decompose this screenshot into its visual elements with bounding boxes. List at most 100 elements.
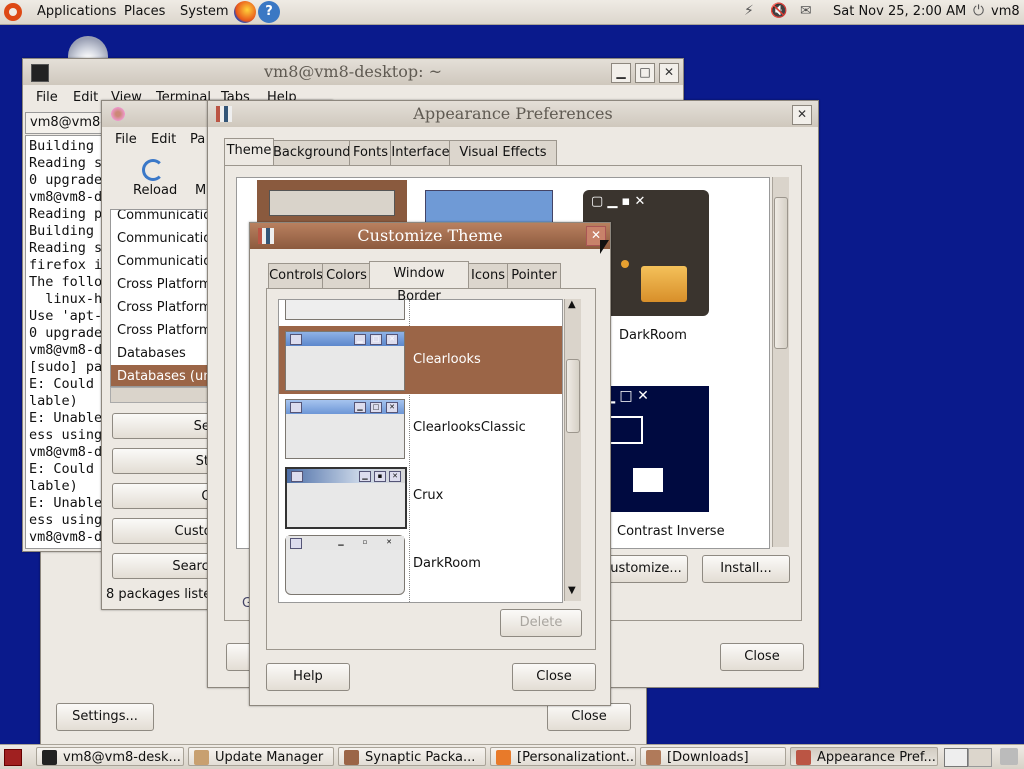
customize-title: Customize Theme bbox=[357, 226, 503, 245]
customize-close-button[interactable]: Close bbox=[512, 663, 596, 691]
gallery-scrollbar[interactable] bbox=[772, 177, 789, 547]
task-appearance[interactable]: Appearance Pref... bbox=[790, 747, 938, 766]
task-update-manager-icon bbox=[194, 750, 209, 765]
firefox-icon[interactable] bbox=[234, 1, 256, 23]
show-desktop-icon[interactable] bbox=[4, 749, 22, 766]
install-button[interactable]: Install... bbox=[702, 555, 790, 583]
appearance-titlebar[interactable]: Appearance Preferences ✕ bbox=[208, 101, 818, 127]
task-label: [Downloads] bbox=[667, 750, 749, 765]
menu-edit[interactable]: Edit bbox=[73, 90, 98, 105]
tab-window-border[interactable]: Window Border bbox=[369, 261, 469, 304]
task-label: Appearance Pref... bbox=[817, 750, 936, 765]
tab-visual-effects[interactable]: Visual Effects bbox=[449, 140, 557, 165]
scroll-up-icon[interactable]: ▲ bbox=[568, 299, 576, 310]
synaptic-menu-edit[interactable]: Edit bbox=[151, 132, 176, 147]
border-list-scrollbar[interactable]: ▲ ▼ bbox=[564, 299, 581, 601]
customize-button[interactable]: ustomize... bbox=[604, 555, 688, 583]
theme-name-contrast-inverse: Contrast Inverse bbox=[617, 524, 725, 539]
workspace-2-icon[interactable] bbox=[968, 748, 992, 767]
customize-tabs: Controls Colors Window Border Icons Poin… bbox=[268, 261, 561, 304]
top-panel: Applications Places System ? ⚡ 🔇 ✉ Sat N… bbox=[0, 0, 1024, 25]
status-button[interactable]: Sta bbox=[112, 448, 222, 474]
clearlooks-classic-preview: ▁ □ ✕ bbox=[285, 399, 405, 459]
power-icon[interactable]: ⏻ bbox=[973, 3, 984, 19]
theme-row-crux[interactable]: ▁ ▪ ✕ Crux bbox=[279, 462, 562, 530]
settings-button[interactable]: Settings... bbox=[56, 703, 154, 731]
clock[interactable]: Sat Nov 25, 2:00 AM bbox=[833, 4, 966, 19]
task-synaptic-icon bbox=[344, 750, 359, 765]
theme-preview-partial bbox=[285, 300, 405, 320]
reload-button[interactable]: Reload bbox=[133, 183, 177, 198]
tab-theme[interactable]: Theme bbox=[224, 138, 274, 165]
customize-help-button[interactable]: Help bbox=[266, 663, 350, 691]
minimize-icon[interactable]: ▁ bbox=[611, 63, 631, 83]
synaptic-icon bbox=[110, 106, 126, 122]
tab-fonts[interactable]: Fonts bbox=[349, 140, 392, 165]
system-menu[interactable]: System bbox=[180, 4, 228, 19]
theme-name-crux: Crux bbox=[413, 488, 444, 503]
custom-filters-button[interactable]: Custor bbox=[112, 518, 222, 544]
folder-icon bbox=[641, 266, 687, 302]
menu-file[interactable]: File bbox=[36, 90, 58, 105]
task-label: Synaptic Packa... bbox=[365, 750, 476, 765]
mail-icon[interactable]: ✉ bbox=[800, 3, 812, 19]
ubuntu-logo-icon[interactable] bbox=[4, 3, 22, 21]
status-text: 8 packages listed bbox=[106, 587, 220, 602]
user-name[interactable]: vm8 bbox=[991, 4, 1020, 19]
synaptic-menu-file[interactable]: File bbox=[115, 132, 137, 147]
theme-row-darkroom[interactable]: ▁ ▫ ✕ DarkRoom bbox=[279, 530, 562, 598]
task-synaptic[interactable]: Synaptic Packa... bbox=[338, 747, 486, 766]
theme-name-clearlooks: Clearlooks bbox=[413, 352, 481, 367]
synaptic-menu-package[interactable]: Pa bbox=[190, 132, 205, 147]
customize-titlebar[interactable]: Customize Theme ✕ bbox=[250, 223, 610, 249]
search-results-button[interactable]: Search bbox=[112, 553, 222, 579]
maximize-icon[interactable]: □ bbox=[635, 63, 655, 83]
appearance-close-icon[interactable]: ✕ bbox=[792, 105, 812, 125]
section-button[interactable]: Sec bbox=[112, 413, 222, 439]
task-downloads[interactable]: [Downloads] bbox=[640, 747, 786, 766]
mouse-pointer-icon bbox=[600, 240, 609, 254]
tab-interface[interactable]: Interface bbox=[390, 140, 451, 165]
bottom-panel: vm8@vm8-desk... Update Manager Synaptic Pa… bbox=[0, 744, 1024, 769]
task-terminal-icon bbox=[42, 750, 57, 765]
tab-background[interactable]: Background bbox=[272, 140, 351, 165]
theme-name-clearlooks-classic: ClearlooksClassic bbox=[413, 420, 526, 435]
volume-muted-icon[interactable]: 🔇 bbox=[770, 3, 787, 19]
trash-icon[interactable] bbox=[1000, 748, 1018, 765]
border-list-scroll-thumb[interactable] bbox=[566, 359, 580, 433]
task-label: [Personalizationt... bbox=[517, 750, 636, 765]
theme-name-darkroom-border: DarkRoom bbox=[413, 556, 481, 571]
terminal-title: vm8@vm8-desktop: ~ bbox=[264, 62, 442, 81]
theme-row-clearlooks-classic[interactable]: ▁ □ ✕ ClearlooksClassic bbox=[279, 394, 562, 462]
customize-icon bbox=[258, 228, 274, 244]
tab-pointer[interactable]: Pointer bbox=[507, 263, 561, 288]
applications-menu[interactable]: Applications bbox=[37, 4, 116, 19]
theme-name-darkroom: DarkRoom bbox=[619, 328, 687, 343]
places-menu[interactable]: Places bbox=[124, 4, 165, 19]
appearance-close-button[interactable]: Close bbox=[720, 643, 804, 671]
crux-preview: ▁ ▪ ✕ bbox=[285, 467, 407, 529]
terminal-tab[interactable]: vm8@vm8-de bbox=[25, 112, 111, 149]
tab-icons[interactable]: Icons bbox=[467, 263, 509, 288]
tab-colors[interactable]: Colors bbox=[322, 263, 371, 288]
network-icon[interactable]: ⚡ bbox=[744, 3, 754, 19]
delete-button[interactable]: Delete bbox=[500, 609, 582, 637]
terminal-titlebar[interactable]: vm8@vm8-desktop: ~ ▁ □ ✕ bbox=[23, 59, 683, 85]
theme-row-clearlooks[interactable]: ▁ □ ✕ Clearlooks bbox=[279, 326, 562, 394]
task-update-manager[interactable]: Update Manager bbox=[188, 747, 334, 766]
reload-icon[interactable] bbox=[142, 159, 164, 181]
tab-controls[interactable]: Controls bbox=[268, 263, 324, 288]
origin-button[interactable]: Or bbox=[112, 483, 222, 509]
help-icon[interactable]: ? bbox=[258, 1, 280, 23]
clearlooks-preview: ▁ □ ✕ bbox=[285, 331, 405, 391]
scroll-down-icon[interactable]: ▼ bbox=[568, 585, 576, 596]
appearance-tabs: Theme Background Fonts Interface Visual … bbox=[224, 138, 557, 166]
task-terminal[interactable]: vm8@vm8-desk... bbox=[36, 747, 184, 766]
close-icon[interactable]: ✕ bbox=[659, 63, 679, 83]
task-personalization[interactable]: [Personalizationt... bbox=[490, 747, 636, 766]
update-close-button[interactable]: Close bbox=[547, 703, 631, 731]
window-border-list[interactable]: ▁ □ ✕ Clearlooks ▁ □ ✕ ClearlooksClassic… bbox=[278, 299, 563, 603]
workspace-1-icon[interactable] bbox=[944, 748, 968, 767]
task-downloads-icon bbox=[646, 750, 661, 765]
gallery-scroll-thumb[interactable] bbox=[774, 197, 788, 349]
